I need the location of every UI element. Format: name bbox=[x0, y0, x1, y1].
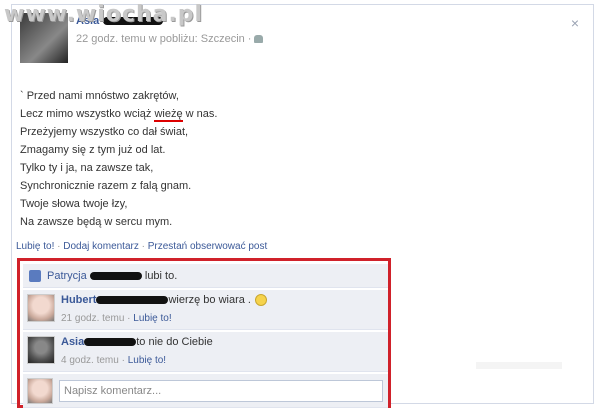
comment-like-link[interactable]: Lubię to! bbox=[133, 313, 171, 324]
story-post: × Asia 22 godz. temu w pobliżu: Szczecin… bbox=[11, 4, 594, 408]
write-comment-row bbox=[23, 374, 388, 408]
poem-line: ` Przed nami mnóstwo zakrętów, bbox=[20, 90, 179, 102]
comment-timestamp[interactable]: 4 godz. temu bbox=[61, 355, 119, 366]
unfollow-link[interactable]: Przestań obserwować post bbox=[148, 241, 268, 252]
poem-line: Lecz mimo wszystko wciąż wieżę w nas. bbox=[20, 108, 218, 122]
image-artifact bbox=[476, 362, 562, 369]
poem-line: Zmagamy się z tym już od lat. bbox=[20, 144, 166, 156]
comment-meta: 21 godz. temu · Lubię to! bbox=[61, 313, 172, 325]
liker-name[interactable]: Patrycja bbox=[47, 270, 87, 282]
like-link[interactable]: Lubię to! bbox=[16, 241, 54, 252]
add-comment-link[interactable]: Dodaj komentarz bbox=[63, 241, 139, 252]
censor-scribble bbox=[89, 272, 142, 281]
current-user-avatar bbox=[27, 378, 53, 404]
comment-input[interactable] bbox=[59, 380, 383, 402]
poem-line: Na zawsze będą w sercu mym. bbox=[20, 216, 173, 228]
post-meta: 22 godz. temu w pobliżu: Szczecin · bbox=[76, 33, 436, 45]
comment-meta: 4 godz. temu · Lubię to! bbox=[61, 355, 167, 366]
likes-row: Patrycja lubi to. bbox=[23, 264, 388, 288]
comment-timestamp[interactable]: 21 godz. temu bbox=[61, 313, 124, 324]
comment-text: to nie do Ciebie bbox=[136, 336, 213, 348]
watermark-logo: www.wiocha.pl bbox=[4, 2, 204, 27]
thumbs-up-icon bbox=[29, 270, 41, 282]
smiley-icon bbox=[255, 294, 267, 307]
comment-like-link[interactable]: Lubię to! bbox=[128, 355, 166, 366]
comment-body: Asia to nie do Ciebie 4 godz. temu · Lubi… bbox=[61, 336, 381, 366]
commenter-avatar[interactable] bbox=[27, 336, 55, 364]
commenter-avatar[interactable] bbox=[27, 294, 55, 322]
feedback-highlight-box: Patrycja lubi to. Hubert wierzę bo wiara … bbox=[17, 258, 391, 408]
commenter-name[interactable]: Asia bbox=[61, 336, 84, 348]
commenter-name[interactable]: Hubert bbox=[61, 294, 96, 306]
post-message: ` Przed nami mnóstwo zakrętów, Lecz mimo… bbox=[20, 87, 217, 231]
comment-body: Hubert wierzę bo wiara . 21 godz. temu · … bbox=[61, 294, 381, 324]
comment-text: wierzę bo wiara . bbox=[168, 294, 251, 306]
poem-line: Przeżyjemy wszystko co dał świat, bbox=[20, 126, 189, 138]
poem-line: Twoje słowa twoje łzy, bbox=[20, 198, 128, 210]
post-actions: Lubię to! · Dodaj komentarz · Przestań o… bbox=[16, 241, 268, 252]
spellcheck-underline-word: wieżę bbox=[154, 108, 183, 122]
post-timestamp-location[interactable]: 22 godz. temu w pobliżu: Szczecin · bbox=[76, 33, 251, 45]
people-icon[interactable] bbox=[254, 35, 264, 44]
likes-suffix: lubi to. bbox=[144, 270, 178, 282]
comment-item: Hubert wierzę bo wiara . 21 godz. temu · … bbox=[23, 290, 388, 330]
censor-scribble bbox=[96, 296, 169, 305]
poem-line: Tylko ty i ja, na zawsze tak, bbox=[20, 162, 154, 174]
censor-scribble bbox=[84, 338, 137, 347]
comment-item: Asia to nie do Ciebie 4 godz. temu · Lubi… bbox=[23, 332, 388, 372]
poem-line: Synchronicznie razem z falą gnam. bbox=[20, 180, 192, 192]
close-icon[interactable]: × bbox=[571, 15, 579, 31]
